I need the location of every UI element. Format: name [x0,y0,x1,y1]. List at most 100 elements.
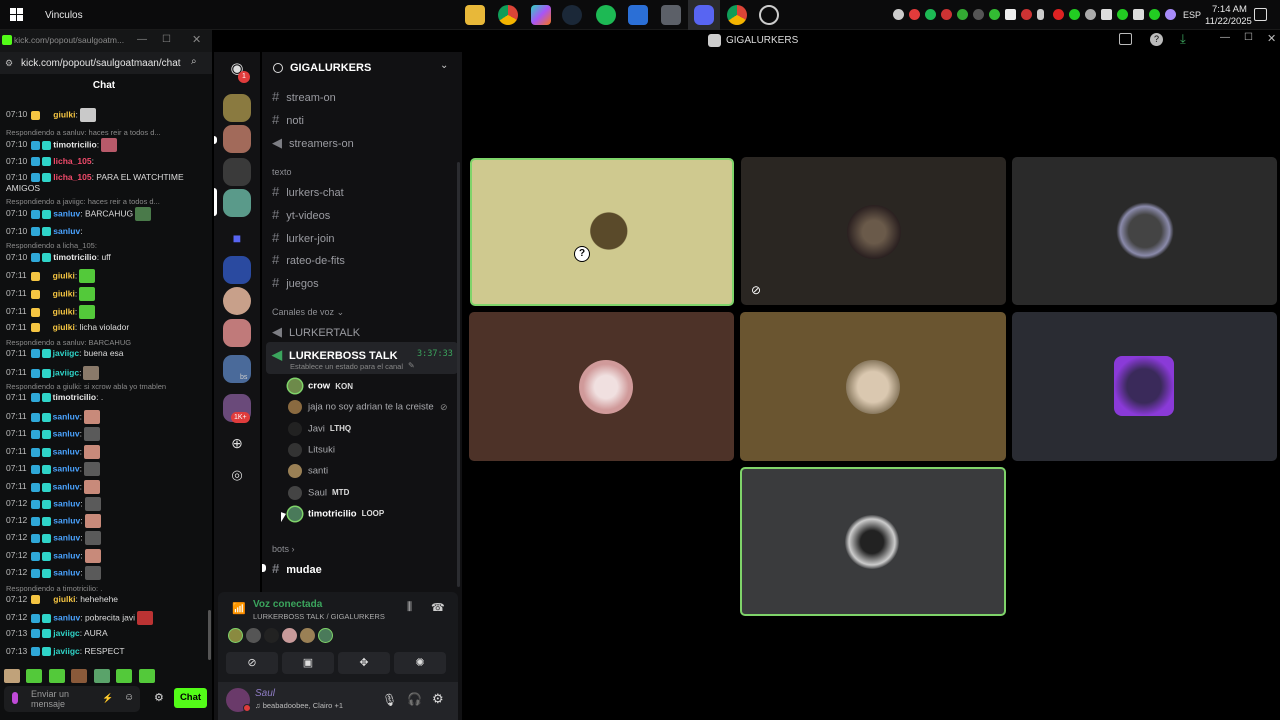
notifications-icon[interactable] [1254,8,1267,21]
chat-message[interactable]: 07:12 sanluv: pobrecita javi [6,611,154,625]
chat-message[interactable]: 07:10 timotricilio: [6,138,118,152]
voice-tile-javi[interactable] [1012,157,1277,305]
connection-signal-icon[interactable]: 📶 [232,602,246,615]
tray-icon-7[interactable] [989,9,1000,20]
tray-icon-1[interactable] [893,9,904,20]
voice-connected-path[interactable]: LURKERBOSS TALK / GIGALURKERS [253,612,385,621]
soundboard-icon[interactable]: ⫼ [407,601,412,614]
server-header[interactable]: GIGALURKERS ⌄ [262,52,462,84]
voice-user[interactable]: Litsuki [288,442,335,458]
voice-tile-timotricilio[interactable] [740,467,1006,616]
chat-message[interactable]: 07:10 timotricilio: uff [6,252,111,263]
chat-message[interactable]: 07:12 giulki: hehehehe [6,594,118,605]
voice-user[interactable]: timotricilio LOOP [288,506,384,522]
chat-message[interactable]: 07:10 giulki: [6,108,96,122]
message-username[interactable]: sanluv [53,550,80,560]
activities-button[interactable]: ✥ [338,652,390,674]
tray-icon-12[interactable] [1069,9,1080,20]
message-username[interactable]: sanluv [53,226,80,236]
channel-juegos[interactable]: # juegos [272,275,319,290]
server-name[interactable]: GIGALURKERS [290,62,371,74]
message-username[interactable]: sanluv [53,498,80,508]
tray-icon-15[interactable] [1117,9,1128,20]
discover-icon[interactable]: ◎ [223,461,251,489]
message-username[interactable]: sanluv [53,428,80,438]
emote-picker-icon[interactable]: ⚡ [102,693,113,704]
chat-message[interactable]: 07:10 sanluv: [6,226,83,237]
tray-icon-17[interactable] [1149,9,1160,20]
voice-user[interactable]: jaja no soy adrian te la creiste [288,400,434,415]
message-username[interactable]: sanluv [53,208,80,218]
chat-message[interactable]: 07:11 sanluv: [6,410,100,424]
participant-avatar[interactable] [318,628,333,643]
chat-message[interactable]: 07:12 sanluv: [6,497,101,511]
kick-url[interactable]: kick.com/popout/saulgoatmaan/chat [21,58,181,69]
tray-icon-6[interactable] [973,9,984,20]
tray-icon-16[interactable] [1133,9,1144,20]
server-icon-2[interactable] [223,125,251,153]
microphone-icon[interactable]: 🎙 [382,693,397,707]
chat-message[interactable]: 07:12 sanluv: [6,566,101,580]
channel-scrollbar[interactable] [457,162,460,587]
chat-message[interactable]: 07:11 giulki: [6,287,96,301]
voice-user[interactable]: crow KON [288,379,353,394]
channel-noti[interactable]: # noti [272,112,304,127]
voice-tile-saul[interactable] [1012,312,1277,461]
tray-icon-8[interactable] [1005,9,1016,20]
message-username[interactable]: timotricilio [53,139,96,149]
chat-message[interactable]: 07:12 sanluv: [6,514,101,528]
server-icon-active[interactable] [223,189,251,217]
message-username[interactable]: giulki [53,109,75,119]
voice-tile-litsuki[interactable] [469,312,734,461]
tray-pen-icon[interactable] [1165,9,1176,20]
emote-4[interactable] [71,668,88,683]
tray-mic-icon[interactable] [1037,9,1044,20]
chrome-profile-icon[interactable] [727,5,747,25]
category-canales-de-voz[interactable]: Canales de voz ⌄ [272,307,344,318]
emoji-icon[interactable]: ☺ [124,692,134,703]
server-icon-3[interactable] [223,158,251,186]
camera-off-button[interactable]: ⊘ [226,652,278,674]
spotify-icon[interactable] [596,5,616,25]
message-username[interactable]: javiigc [53,628,79,638]
chat-message[interactable]: 07:11 giulki: [6,269,96,283]
tray-icon-13[interactable] [1085,9,1096,20]
emote-5[interactable] [93,668,110,683]
participant-avatar[interactable] [300,628,315,643]
file-explorer-icon[interactable] [465,5,485,25]
add-server-icon[interactable]: ⊕ [223,429,251,457]
chat-message[interactable]: 07:12 sanluv: [6,531,101,545]
chrome-icon[interactable] [498,5,518,25]
close-icon[interactable]: ✕ [1267,32,1276,45]
message-username[interactable]: licha_105 [53,172,91,182]
tray-icon-2[interactable] [909,9,920,20]
message-username[interactable]: sanluv [53,515,80,525]
chat-input-box[interactable]: Enviar un mensaje ⚡ ☺ [4,686,140,712]
voice-tile-jaja[interactable]: ⊘ [741,157,1006,305]
chat-message[interactable]: 07:11 giulki: [6,305,96,319]
message-username[interactable]: giulki [53,270,75,280]
tray-icon-5[interactable] [957,9,968,20]
user-settings-icon[interactable]: ⚙ [432,691,444,707]
participant-avatar[interactable] [264,628,279,643]
store-icon[interactable] [628,5,648,25]
channel-streamers-on[interactable]: ◀ streamers-on [272,135,354,151]
tray-icon-11[interactable] [1053,9,1064,20]
tray-icon-9[interactable] [1021,9,1032,20]
clock-time[interactable]: 7:14 AM [1212,4,1247,15]
soundboard-button[interactable]: ✺ [394,652,446,674]
message-username[interactable]: sanluv [53,463,80,473]
tray-spotify-icon[interactable] [925,9,936,20]
voice-user[interactable]: santi [288,464,328,479]
emote-2[interactable] [26,668,43,683]
chat-message[interactable]: 07:11 giulki: licha violador [6,322,129,333]
screen-share-button[interactable]: ▣ [282,652,334,674]
voice-channel-lurkerboss-talk[interactable]: ◀ LURKERBOSS TALK [272,347,398,363]
copilot-icon[interactable] [531,5,551,25]
channel-stream-on[interactable]: # stream-on [272,89,336,104]
message-username[interactable]: sanluv [53,612,80,622]
chat-input-placeholder[interactable]: Enviar un mensaje [31,689,79,709]
kick-url-bar[interactable]: ⚙ kick.com/popout/saulgoatmaan/chat ⌕ [0,52,212,74]
message-username[interactable]: sanluv [53,446,80,456]
discord-icon[interactable] [694,5,714,25]
